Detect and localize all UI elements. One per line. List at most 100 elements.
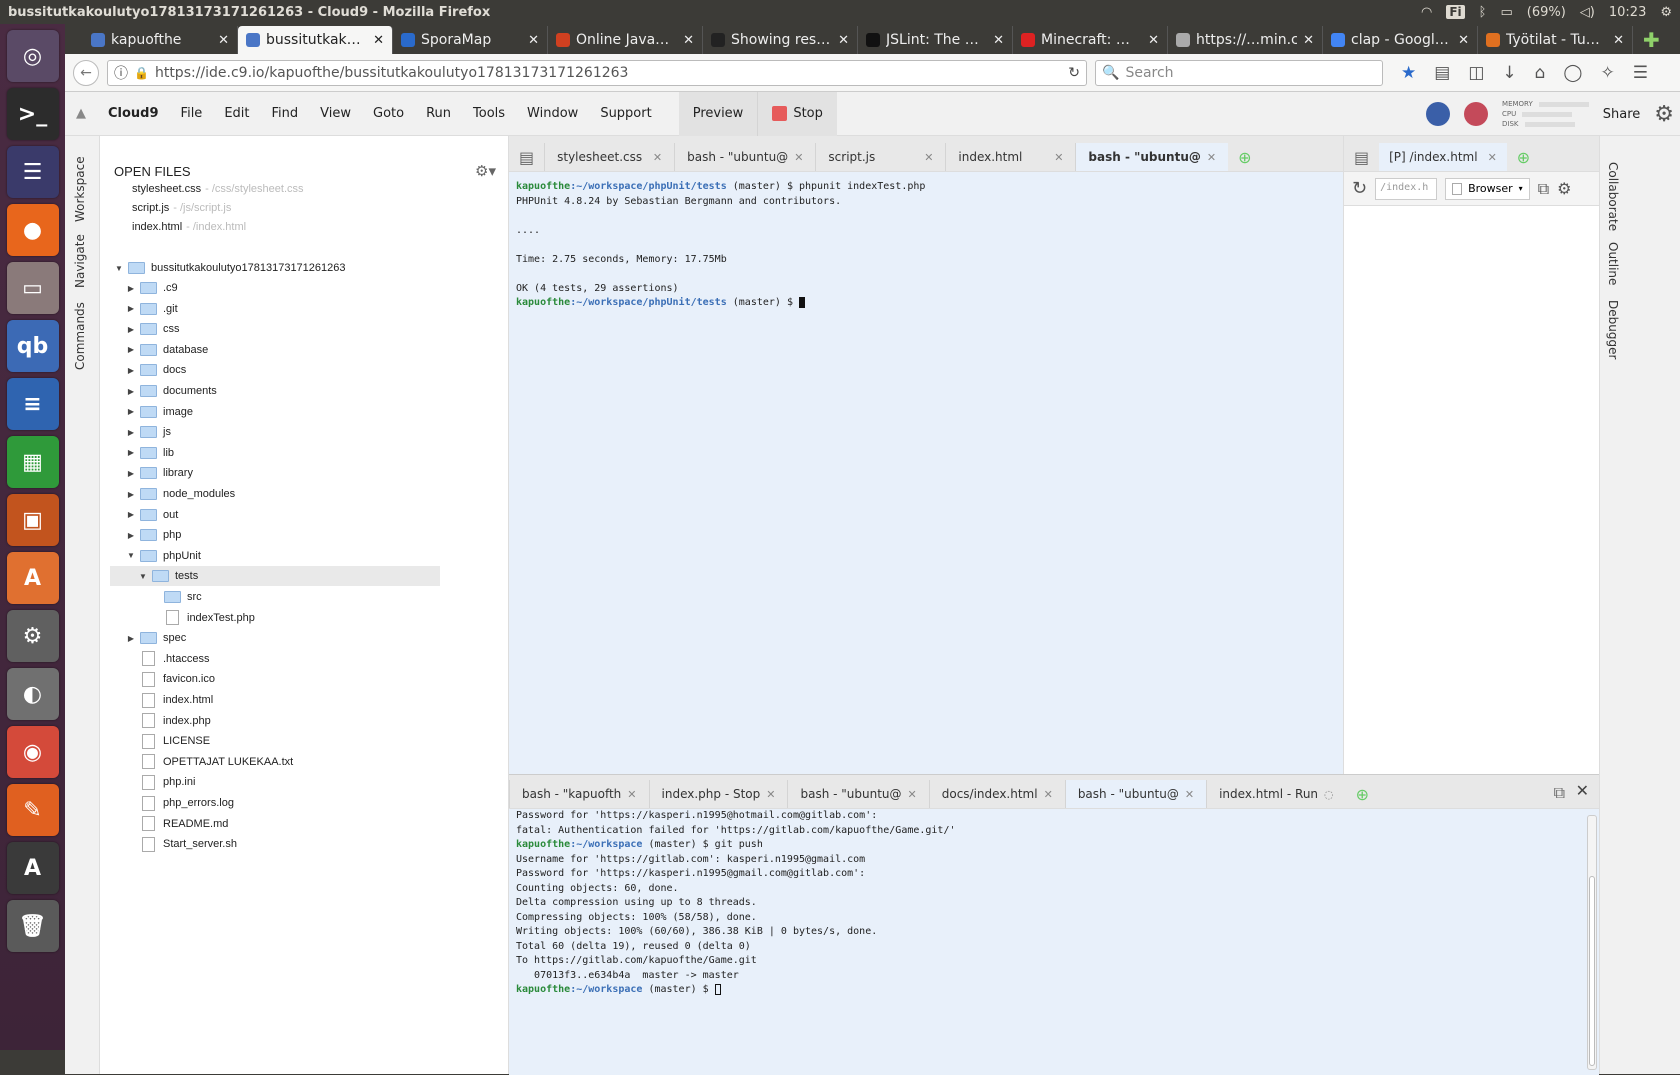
tree-item[interactable]: ▶ docs [100,360,509,380]
expand-arrow-icon[interactable]: ▶ [126,366,136,375]
stop-button[interactable]: Stop [757,91,837,136]
navigate-tab[interactable]: Navigate [73,234,87,288]
workspace-tab[interactable]: Workspace [73,156,87,222]
disk-icon[interactable]: ◐ [6,668,59,720]
close-icon[interactable]: ✕ [908,788,917,801]
writer-icon[interactable]: ≡ [6,378,59,430]
new-tab-icon[interactable]: ✚ [1633,26,1670,54]
tree-item[interactable]: Start_server.sh [100,834,509,854]
bluetooth-icon[interactable]: ᛒ [1479,5,1487,20]
tree-item[interactable]: ▶ lib [100,443,509,463]
console-tab[interactable]: bash - "ubuntu@ ✕ [787,780,928,808]
tab-menu-icon[interactable]: ▤ [1344,143,1379,171]
bookmark-star-icon[interactable]: ★ [1401,63,1416,83]
extension-icon[interactable]: ✧ [1600,63,1614,83]
expand-arrow-icon[interactable]: ▶ [126,345,136,354]
close-icon[interactable]: ✕ [1044,788,1053,801]
lock-icon[interactable]: 🔒 [134,66,149,80]
system-settings-icon[interactable]: ⚙ [6,610,59,662]
chat-icon[interactable]: ◯ [1563,63,1582,83]
calc-icon[interactable]: ▦ [6,436,59,488]
browser-tab[interactable]: Minecraft: … ✕ [1013,26,1168,54]
tree-item[interactable]: README.md [100,814,509,834]
restore-icon[interactable]: ⧉ [1554,783,1565,803]
collapse-icon[interactable]: ▲ [65,106,97,121]
tree-item[interactable]: index.html [100,690,509,710]
open-file-item[interactable]: stylesheet.css - /css/stylesheet.css [132,183,304,195]
expand-arrow-icon[interactable]: ▶ [126,407,136,416]
reload-icon[interactable]: ↻ [1068,65,1080,81]
close-icon[interactable]: ✕ [794,151,803,164]
expand-arrow-icon[interactable]: ▼ [114,264,124,273]
terminal-top[interactable]: kapuofthe:~/workspace/phpUnit/tests (mas… [509,172,1343,774]
chrome-icon[interactable]: ◉ [6,726,59,778]
back-button[interactable]: ← [73,59,99,86]
debugger-tab[interactable]: Debugger [1606,300,1620,359]
browser-tab[interactable]: JSLint: The … ✕ [858,26,1013,54]
outline-tab[interactable]: Outline [1606,242,1620,285]
browser-tab[interactable]: kapuofthe ✕ [83,26,238,54]
expand-arrow-icon[interactable]: ▶ [126,531,136,540]
url-bar[interactable]: ⓘ 🔒 https://ide.c9.io/kapuofthe/bussitut… [107,59,1087,86]
expand-arrow-icon[interactable]: ▶ [126,387,136,396]
tree-item[interactable]: ▶ css [100,319,509,339]
eclipse-icon[interactable]: ☰ [6,146,59,198]
tree-item[interactable]: ▶ .git [100,299,509,319]
search-input[interactable]: 🔍 Search [1095,59,1383,86]
browser-tab[interactable]: Showing res… ✕ [703,26,858,54]
close-icon[interactable]: ✕ [1488,151,1497,164]
tree-root[interactable]: ▼ bussitutkakoulutyo17813173171261263 [100,258,509,278]
menu-window[interactable]: Window [516,106,589,121]
close-tab-icon[interactable]: ✕ [993,33,1004,48]
tree-item[interactable]: ▶ spec [100,628,509,648]
expand-arrow-icon[interactable]: ▶ [126,284,136,293]
close-icon[interactable]: ✕ [627,788,636,801]
browser-tab[interactable]: Online Java… ✕ [548,26,703,54]
tree-item[interactable]: index.php [100,711,509,731]
tree-item[interactable]: OPETTAJAT LUKEKAA.txt [100,752,509,772]
close-tab-icon[interactable]: ✕ [528,33,539,48]
power-icon[interactable]: ⚙ [1660,5,1672,20]
close-tab-icon[interactable]: ✕ [1303,33,1314,48]
add-tab-icon[interactable]: ⊕ [1507,143,1540,171]
browser-select[interactable]: Browser ▾ [1445,177,1530,200]
close-icon[interactable]: ✕ [766,788,775,801]
files-icon[interactable]: ▭ [6,262,59,314]
tree-item[interactable]: .htaccess [100,649,509,669]
software-center-icon[interactable]: A [6,552,59,604]
preview-button[interactable]: Preview [678,91,758,136]
tree-item[interactable]: ▶ out [100,505,509,525]
editor-tab[interactable]: script.js ✕ [815,143,945,171]
settings-gear-icon[interactable]: ⚙ [1654,102,1674,127]
pocket-icon[interactable]: ◫ [1468,63,1484,83]
close-tab-icon[interactable]: ✕ [1148,33,1159,48]
editor-tab[interactable]: bash - "ubuntu@ ✕ [1075,143,1229,171]
expand-arrow-icon[interactable]: ▶ [126,634,136,643]
add-tab-icon[interactable]: ⊕ [1346,780,1379,808]
close-icon[interactable]: ✕ [1207,151,1216,164]
collaborate-tab[interactable]: Collaborate [1606,162,1620,231]
hamburger-menu-icon[interactable]: ☰ [1633,63,1648,83]
add-tab-icon[interactable]: ⊕ [1228,143,1261,171]
tree-item[interactable]: ▶ .c9 [100,278,509,298]
tree-item[interactable]: ▶ library [100,463,509,483]
qbittorrent-icon[interactable]: qb [6,320,59,372]
tree-item[interactable]: ▶ documents [100,381,509,401]
tree-item[interactable]: php.ini [100,772,509,792]
browser-tab[interactable]: Työtilat - Tu… ✕ [1478,26,1633,54]
editor-tab[interactable]: stylesheet.css ✕ [544,143,674,171]
close-tab-icon[interactable]: ✕ [1458,33,1469,48]
terminal-bottom[interactable]: Password for 'https://kasperi.n1995@hotm… [509,809,1599,1075]
editor-tab[interactable]: bash - "ubuntu@ ✕ [674,143,815,171]
tree-item[interactable]: ▶ js [100,422,509,442]
menu-find[interactable]: Find [261,106,310,121]
expand-arrow-icon[interactable]: ▶ [126,490,136,499]
drawing-icon[interactable]: ✎ [6,784,59,836]
console-tab[interactable]: index.php - Stop ✕ [648,780,788,808]
expand-arrow-icon[interactable]: ▶ [126,304,136,313]
commands-tab[interactable]: Commands [73,302,87,370]
expand-arrow-icon[interactable]: ▶ [126,325,136,334]
tree-item[interactable]: ▶ node_modules [100,484,509,504]
volume-icon[interactable]: ◁) [1580,5,1595,20]
menu-goto[interactable]: Goto [362,106,415,121]
